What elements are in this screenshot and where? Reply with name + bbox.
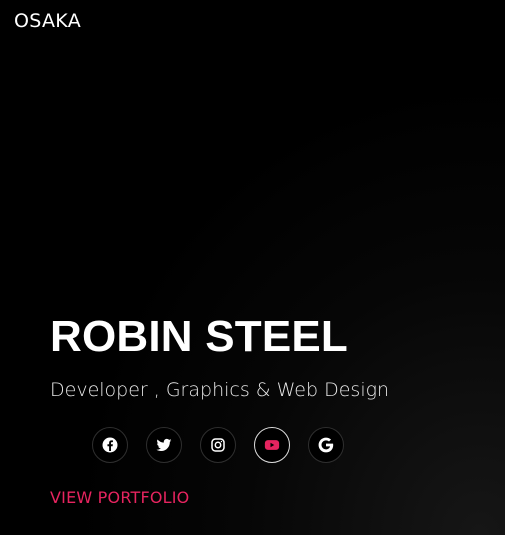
hero-section: ROBIN STEEL Developer , Graphics & Web D… — [50, 312, 490, 402]
facebook-icon — [102, 437, 118, 453]
youtube-icon — [264, 440, 280, 450]
hero-role: Developer , Graphics & Web Design — [50, 379, 390, 401]
facebook-link[interactable] — [92, 427, 128, 463]
hero-name: ROBIN STEEL — [50, 312, 348, 361]
google-link[interactable] — [308, 427, 344, 463]
instagram-link[interactable] — [200, 427, 236, 463]
twitter-link[interactable] — [146, 427, 182, 463]
twitter-icon — [156, 438, 172, 451]
instagram-icon — [211, 438, 225, 452]
google-icon — [318, 437, 334, 453]
youtube-link[interactable] — [254, 427, 290, 463]
social-links — [92, 427, 344, 463]
view-portfolio-link[interactable]: VIEW PORTFOLIO — [50, 488, 189, 507]
brand-logo[interactable]: OSAKA — [14, 10, 81, 32]
